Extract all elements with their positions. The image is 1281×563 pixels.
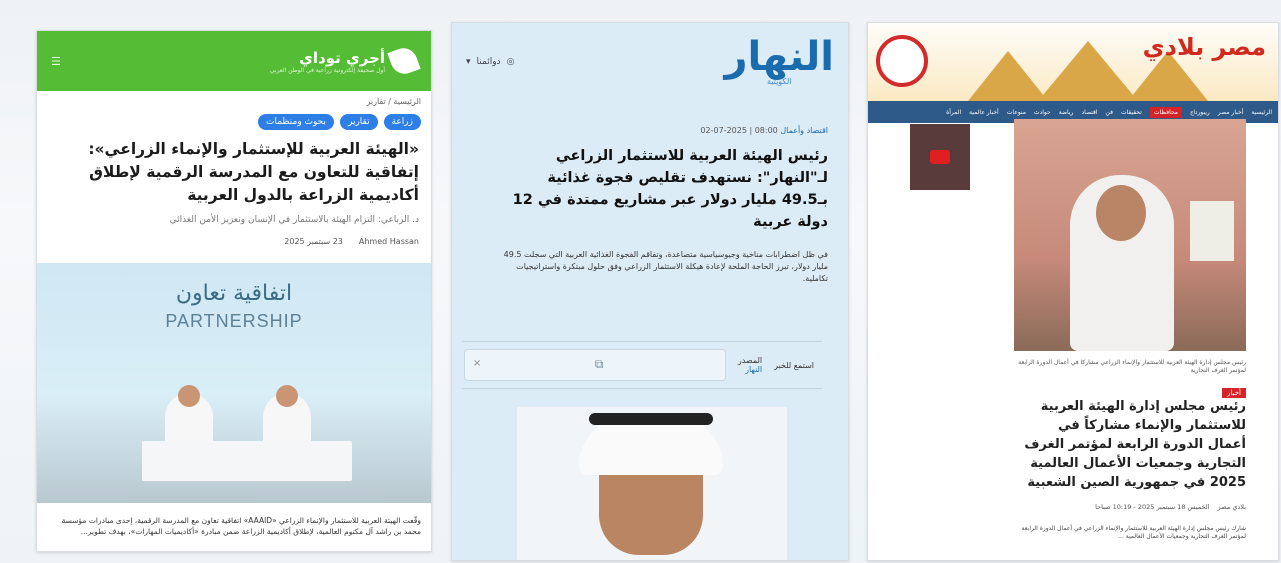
listen-label[interactable]: استمع للخبر: [774, 361, 814, 370]
banner-text-arabic: اتفاقية تعاون: [175, 281, 293, 306]
publish-date: 23 سبتمبر 2025: [284, 237, 343, 246]
menu-icon[interactable]: ☰: [51, 55, 61, 68]
flag-shape: [1190, 201, 1234, 261]
signing-table: [142, 441, 352, 481]
banner-text-english: PARTNERSHIP: [165, 311, 303, 331]
leaf-logo-icon: [387, 44, 421, 78]
account-menu[interactable]: ◎ دوائمنا ▾: [466, 57, 514, 67]
tag-pill[interactable]: زراعة: [383, 114, 421, 130]
link-icon[interactable]: ⧉: [595, 357, 604, 372]
article-body: شارك رئيس مجلس إدارة الهيئة العربية للاس…: [1021, 525, 1246, 540]
brand-name[interactable]: مصر بلادي: [1143, 33, 1266, 61]
article-lead: في ظل اضطرابات مناخية وجيوسياسية متصاعدة…: [503, 250, 828, 283]
nav-item[interactable]: تحقيقات: [1121, 109, 1142, 116]
tag-pill[interactable]: تقارير: [339, 114, 378, 130]
tag-list: زراعة تقارير بحوث ومنظمات: [37, 106, 431, 134]
nav-item[interactable]: أخبار عالمية: [969, 109, 999, 116]
person-head: [178, 385, 200, 407]
pyramid-shape: [968, 51, 1048, 101]
seal-logo-icon: [876, 35, 928, 87]
article-hero-image: اتفاقية تعاون PARTNERSHIP: [37, 263, 431, 503]
publish-datetime: 08:00 | 2025-07-02: [700, 126, 778, 135]
site-header: أجري توداي أول صحيفة إلكترونية زراعية في…: [37, 31, 431, 91]
publish-date: الخميس 18 سبتمبر 2025 - 10:19 صباحا: [1095, 503, 1210, 511]
tag-pill[interactable]: بحوث ومنظمات: [258, 114, 334, 130]
nav-item[interactable]: أخبار مصر: [1218, 109, 1244, 116]
article-toolbar: استمع للخبر المصدر النهار ⧉ ×: [462, 341, 822, 389]
nav-item[interactable]: رياضة: [1059, 109, 1074, 116]
audio-player[interactable]: ⧉ ×: [463, 349, 726, 381]
article-title: رئيس مجلس إدارة الهيئة العربية للاستثمار…: [1024, 399, 1246, 490]
site-banner: مصر بلادي: [868, 23, 1278, 101]
nav-item[interactable]: اقتصاد: [1081, 109, 1097, 116]
article-card-agritoday[interactable]: أجري توداي أول صحيفة إلكترونية زراعية في…: [36, 30, 432, 552]
article-meta: Ahmed Hassan 23 سبتمبر 2025: [37, 225, 431, 246]
pyramid-shape: [1038, 41, 1138, 101]
source-label: المصدر: [737, 356, 763, 365]
nav-item[interactable]: حوادث: [1034, 109, 1051, 116]
nav-item-active[interactable]: محافظات: [1149, 106, 1183, 118]
breadcrumb[interactable]: الرئيسية / تقارير: [37, 91, 431, 106]
site-logo[interactable]: النهار الكويتية: [724, 37, 834, 86]
account-label: دوائمنا: [476, 56, 501, 67]
nav-item[interactable]: المرأة: [946, 109, 961, 116]
agal-shape: [589, 413, 713, 425]
article-card-alnahar[interactable]: النهار الكويتية ◎ دوائمنا ▾ اقتصاد وأعما…: [451, 22, 849, 561]
nav-item[interactable]: ريبورتاج: [1190, 109, 1210, 116]
section-link[interactable]: اقتصاد وأعمال: [780, 126, 828, 135]
nav-item[interactable]: منوعات: [1007, 109, 1026, 116]
source-value[interactable]: النهار: [738, 365, 762, 374]
nav-item[interactable]: فن: [1106, 109, 1113, 116]
brand-name: النهار: [724, 34, 834, 80]
chevron-down-icon: ▾: [466, 56, 471, 67]
person-head: [1096, 185, 1146, 241]
brand-name: أجري توداي: [299, 48, 385, 67]
article-photo: [1014, 119, 1246, 351]
site-header: النهار الكويتية ◎ دوائمنا ▾: [452, 23, 848, 86]
globe-icon: ◎: [506, 56, 515, 67]
nav-item[interactable]: الرئيسية: [1251, 109, 1272, 116]
article-meta: اقتصاد وأعمال 08:00 | 2025-07-02: [452, 86, 848, 135]
article-title: «الهيئة العربية للإستثمار والإنماء الزرا…: [88, 140, 419, 204]
close-icon[interactable]: ×: [473, 358, 481, 369]
photo-caption: رئيس مجلس إدارة الهيئة العربية للاستثمار…: [1018, 359, 1246, 374]
site-logo[interactable]: أجري توداي أول صحيفة إلكترونية زراعية في…: [269, 44, 421, 78]
article-title: رئيس الهيئة العربية للاستثمار الزراعي لـ…: [512, 148, 828, 230]
article-card-misr-biladi[interactable]: مصر بلادي الرئيسية أخبار مصر ريبورتاج مح…: [867, 22, 1279, 561]
source-block: المصدر النهار: [738, 356, 762, 374]
brand-tagline: أول صحيفة إلكترونية زراعية في الوطن العر…: [269, 66, 385, 74]
author-portrait: [517, 407, 787, 560]
author-name[interactable]: بلادي مصر: [1218, 503, 1246, 511]
article-meta: بلادي مصر الخميس 18 سبتمبر 2025 - 10:19 …: [1016, 503, 1246, 511]
person-head: [276, 385, 298, 407]
play-icon[interactable]: [930, 150, 950, 164]
author-name[interactable]: Ahmed Hassan: [359, 237, 419, 246]
video-thumbnail[interactable]: [910, 124, 970, 190]
article-body: وقّعت الهيئة العربية للاستثمار والإنماء …: [61, 516, 421, 536]
article-subtitle: د. الرباعي: التزام الهيئة بالاستثمار في …: [169, 215, 419, 225]
